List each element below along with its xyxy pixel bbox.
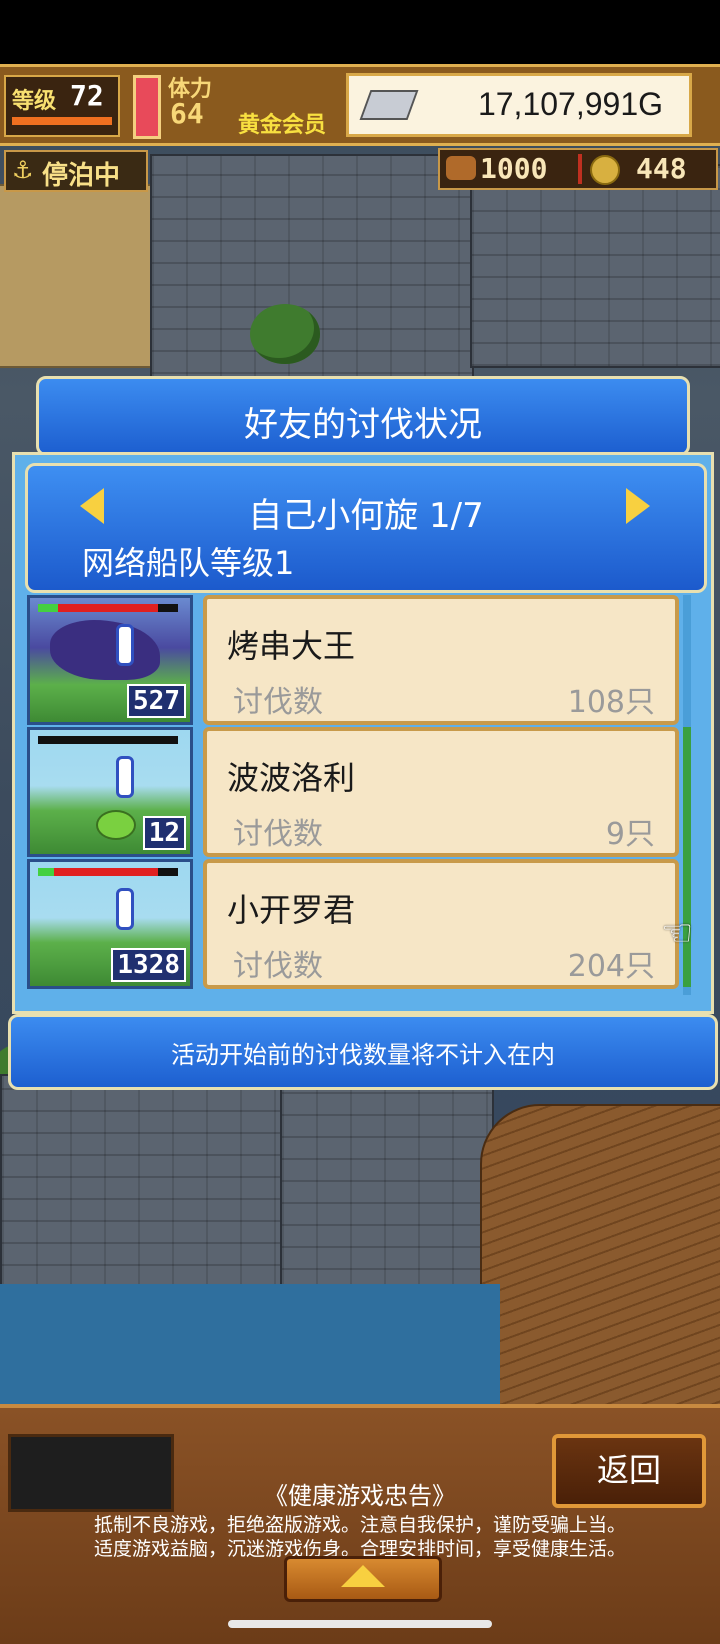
moored-status: ⚓ 停泊中 bbox=[4, 150, 148, 192]
monster-name: 波波洛利 bbox=[227, 759, 356, 797]
resource-separator bbox=[578, 154, 582, 184]
slime-monster-icon bbox=[96, 810, 136, 840]
gold-value: 17,107,991G bbox=[477, 86, 663, 122]
defeat-count: 108只 bbox=[567, 685, 655, 720]
level-label: 等级 bbox=[12, 89, 57, 114]
friend-card: 小开罗君 讨伐数 204只 bbox=[203, 859, 679, 989]
stamina-value: 64 bbox=[170, 97, 204, 130]
monster-count-badge: 1328 bbox=[111, 948, 186, 982]
notice-panel: 活动开始前的讨伐数量将不计入在内 bbox=[8, 1014, 718, 1090]
silver-bar-icon bbox=[359, 90, 419, 120]
friend-card: 波波洛利 讨伐数 9只 bbox=[203, 727, 679, 857]
defeat-label: 讨伐数 bbox=[233, 949, 323, 984]
status-bar bbox=[0, 0, 720, 64]
barrel-icon bbox=[446, 156, 476, 180]
ship-deck bbox=[480, 1104, 720, 1404]
dragon-monster-icon bbox=[50, 620, 160, 680]
monster-name: 烤串大王 bbox=[227, 627, 356, 665]
gold-display[interactable]: 17,107,991G bbox=[346, 73, 692, 137]
next-friend-arrow-icon[interactable] bbox=[626, 488, 650, 524]
monster-count-badge: 12 bbox=[142, 816, 186, 850]
dialog-title: 好友的讨伐状况 bbox=[244, 405, 482, 445]
defeat-count: 9只 bbox=[605, 817, 655, 852]
wood-count: 1000 bbox=[480, 152, 548, 185]
water bbox=[0, 1284, 500, 1404]
level-box: 等级 72 bbox=[4, 75, 120, 137]
list-item[interactable]: 527 烤串大王 讨伐数 108只 bbox=[25, 595, 679, 725]
bottom-bar: 返回 《健康游戏忠告》 抵制不良游戏，拒绝盗版游戏。注意自我保护，谨防受骗上当。… bbox=[0, 1404, 720, 1644]
top-hud: 等级 72 体力 64 黄金会员 17,107,991G bbox=[0, 64, 720, 146]
monster-portrait: 12 bbox=[27, 727, 193, 857]
monster-count-badge: 527 bbox=[127, 684, 186, 718]
pointing-hand-icon: ☜ bbox=[661, 913, 694, 954]
castle-wall bbox=[470, 164, 720, 368]
alert-marker-icon bbox=[116, 888, 134, 930]
list-item[interactable]: 12 波波洛利 讨伐数 9只 bbox=[25, 727, 679, 857]
friend-card: 烤串大王 讨伐数 108只 bbox=[203, 595, 679, 725]
coin-count: 448 bbox=[636, 152, 687, 185]
monster-name: 小开罗君 bbox=[227, 891, 356, 929]
monster-portrait: 527 bbox=[27, 595, 193, 725]
resource-box: 1000 448 bbox=[438, 148, 718, 190]
monster-hp-bar bbox=[38, 604, 178, 612]
friend-header: 自己小何旋 1/7 网络船队等级1 bbox=[25, 463, 707, 593]
alert-marker-icon bbox=[116, 756, 134, 798]
health-advice-line: 抵制不良游戏，拒绝盗版游戏。注意自我保护，谨防受骗上当。 bbox=[93, 1514, 626, 1536]
health-advice-title: 《健康游戏忠告》 bbox=[264, 1482, 456, 1510]
coin-icon bbox=[590, 155, 620, 185]
tree bbox=[250, 304, 320, 364]
alert-marker-icon bbox=[116, 624, 134, 666]
friend-list-panel: 自己小何旋 1/7 网络船队等级1 527 烤串大王 讨伐数 108只 12 波… bbox=[12, 452, 714, 1014]
level-value: 72 bbox=[70, 79, 104, 112]
expand-up-button[interactable] bbox=[284, 1556, 442, 1602]
monster-hp-bar bbox=[38, 736, 178, 744]
notice-text: 活动开始前的讨伐数量将不计入在内 bbox=[171, 1041, 555, 1069]
friend-name: 自己小何旋 1/7 bbox=[248, 496, 484, 536]
defeat-label: 讨伐数 bbox=[233, 685, 323, 720]
monster-hp-bar bbox=[38, 868, 178, 876]
hp-gauge bbox=[133, 75, 161, 139]
level-exp-bar bbox=[12, 117, 112, 125]
home-indicator[interactable] bbox=[228, 1620, 492, 1628]
defeat-count: 204只 bbox=[567, 949, 655, 984]
monster-portrait: 1328 bbox=[27, 859, 193, 989]
up-arrow-icon bbox=[341, 1565, 385, 1587]
anchor-icon: ⚓ bbox=[12, 156, 34, 184]
list-item[interactable]: 1328 小开罗君 讨伐数 204只 bbox=[25, 859, 679, 989]
dialog-title-panel: 好友的讨伐状况 bbox=[36, 376, 690, 456]
castle-wall bbox=[150, 154, 474, 398]
moored-label: 停泊中 bbox=[42, 161, 121, 191]
defeat-label: 讨伐数 bbox=[233, 817, 323, 852]
fleet-level: 网络船队等级1 bbox=[82, 544, 295, 582]
membership-label: 黄金会员 bbox=[238, 113, 327, 138]
